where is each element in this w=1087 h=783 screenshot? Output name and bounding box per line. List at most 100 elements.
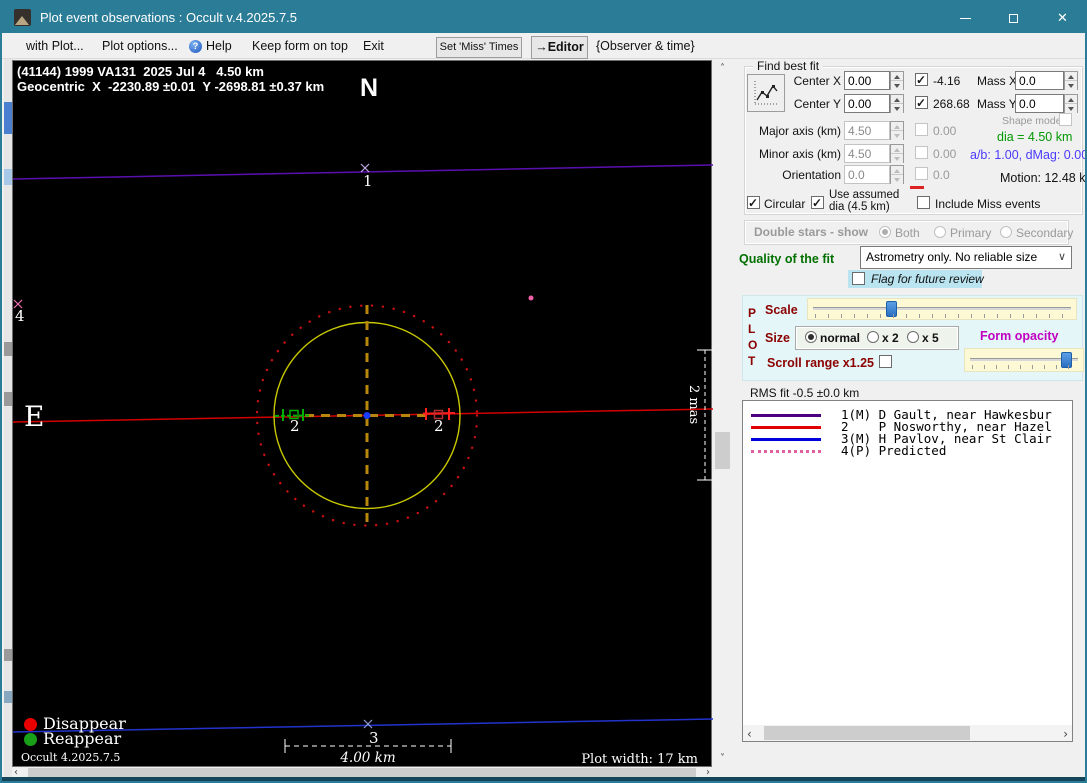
editor-button[interactable]: →Editor (531, 36, 588, 59)
minimize-button[interactable] (942, 2, 988, 33)
double-secondary-radio[interactable] (1000, 226, 1012, 238)
quality-label: Quality of the fit (739, 252, 834, 266)
reappear-legend-dot (24, 733, 37, 746)
menu-with-plot[interactable]: with Plot... (26, 39, 84, 53)
scroll-down-icon[interactable]: ˅ (713, 753, 732, 764)
y-offset-value: 268.68 (933, 97, 970, 111)
observation-row[interactable]: 4(P) Predicted (743, 445, 1072, 457)
orientation-label: Orientation (751, 168, 841, 182)
titlebar: Plot event observations : Occult v.4.202… (2, 2, 1085, 33)
chord-1-label: 1 (363, 172, 373, 190)
set-miss-times-button[interactable]: Set 'Miss' Times (436, 37, 522, 58)
control-panel: Find best fit Center X -4.16 Mass X Cent… (733, 60, 1085, 779)
form-opacity-label: Form opacity (980, 329, 1059, 343)
menu-help[interactable]: Help (206, 39, 232, 53)
menu-exit[interactable]: Exit (363, 39, 384, 53)
background-window-sliver (4, 59, 12, 779)
mass-x-input[interactable] (1015, 71, 1064, 90)
x-offset-checkbox[interactable] (915, 73, 928, 86)
double-primary-label: Primary (950, 226, 991, 240)
double-both-radio[interactable] (879, 226, 891, 238)
chevron-down-icon: ∨ (1058, 250, 1066, 263)
minor-axis-spinner[interactable] (890, 144, 904, 163)
size-normal-radio[interactable] (805, 331, 817, 343)
scroll-range-label: Scroll range x1.25 (767, 356, 874, 370)
center-x-spinner[interactable] (890, 71, 904, 90)
maximize-icon (1009, 14, 1018, 23)
scale-label: Scale (765, 303, 798, 317)
plot-vertical-scrollbar[interactable]: ˄ ˅ (713, 60, 732, 767)
window-bottom-border (2, 777, 1085, 783)
mass-y-spinner[interactable] (1064, 94, 1078, 113)
plot-letter-p: P (748, 306, 756, 320)
size-label: Size (765, 331, 790, 345)
scale-bar-label: 4.00 km (285, 750, 451, 766)
shape-model-label: Shape model (1002, 115, 1064, 127)
center-y-input[interactable] (844, 94, 890, 113)
x-offset-value: -4.16 (933, 74, 960, 88)
mass-y-label: Mass Y (977, 97, 1017, 111)
circular-label: Circular (764, 197, 805, 211)
plot-version-label: Occult 4.2025.7.5 (21, 751, 120, 764)
listbox-scrollbar-thumb[interactable] (764, 726, 970, 740)
minor-axis-label: Minor axis (km) (751, 147, 841, 161)
list-scroll-right-icon[interactable]: › (1063, 727, 1068, 741)
maximize-button[interactable] (990, 2, 1036, 33)
mass-x-spinner[interactable] (1064, 71, 1078, 90)
menubar: with Plot... Plot options... ? Help Keep… (2, 33, 1085, 59)
reappear-legend-label: Reappear (43, 729, 121, 748)
scroll-up-icon[interactable]: ˄ (713, 63, 732, 74)
scale-slider[interactable] (807, 298, 1077, 320)
close-button[interactable]: ✕ (1038, 2, 1087, 33)
circular-checkbox[interactable] (747, 196, 760, 209)
mass-y-input[interactable] (1015, 94, 1064, 113)
help-icon[interactable]: ? (189, 40, 202, 53)
chord-3-x-marker (364, 720, 372, 728)
use-assumed-checkbox[interactable] (811, 196, 824, 209)
center-x-input[interactable] (844, 71, 890, 90)
east-label: E (24, 400, 44, 433)
y-offset-checkbox[interactable] (915, 96, 928, 109)
red-dash-indicator (910, 186, 924, 189)
include-miss-checkbox[interactable] (917, 196, 930, 209)
minimize-icon (960, 18, 971, 19)
minor-offset-checkbox[interactable] (915, 146, 928, 159)
form-opacity-slider[interactable] (964, 348, 1084, 372)
size-x5-radio[interactable] (907, 331, 919, 343)
plot-header-line1: (41144) 1999 VA131 2025 Jul 4 4.50 km (17, 64, 264, 79)
orientation-input[interactable] (844, 165, 890, 184)
orientation-offset-checkbox[interactable] (915, 167, 928, 180)
close-icon: ✕ (1057, 10, 1068, 25)
minor-axis-input[interactable] (844, 144, 890, 163)
double-primary-radio[interactable] (934, 226, 946, 238)
listbox-horizontal-scrollbar[interactable]: ‹ › (743, 725, 1072, 741)
double-secondary-label: Secondary (1016, 226, 1073, 240)
menu-plot-options[interactable]: Plot options... (102, 39, 178, 53)
major-axis-input[interactable] (844, 121, 890, 140)
rms-fit-label: RMS fit -0.5 ±0.0 km (750, 386, 859, 400)
scroll-range-checkbox[interactable] (879, 355, 892, 368)
center-y-spinner[interactable] (890, 94, 904, 113)
chord-1-line-sample (751, 414, 821, 417)
shape-model-checkbox[interactable] (1059, 113, 1072, 126)
app-window: Plot event observations : Occult v.4.202… (0, 0, 1087, 783)
find-best-fit-label: Find best fit (753, 59, 823, 73)
list-scroll-left-icon[interactable]: ‹ (747, 727, 752, 741)
quality-dropdown[interactable]: Astrometry only. No reliable size ∨ (860, 246, 1072, 269)
major-axis-spinner[interactable] (890, 121, 904, 140)
plot-canvas[interactable]: (41144) 1999 VA131 2025 Jul 4 4.50 km Ge… (12, 60, 712, 767)
plot-geometry (13, 61, 713, 768)
v-scrollbar-thumb[interactable] (715, 432, 730, 469)
center-dot (364, 412, 371, 419)
flag-review-checkbox[interactable] (852, 272, 865, 285)
size-x2-radio[interactable] (867, 331, 879, 343)
major-offset-checkbox[interactable] (915, 123, 928, 136)
observer-time-label[interactable]: {Observer & time} (596, 39, 695, 53)
observations-listbox[interactable]: 1(M) D Gault, near Hawkesbur 2 P Noswort… (742, 400, 1073, 742)
chord-4-line-sample (751, 450, 821, 453)
menu-keep-on-top[interactable]: Keep form on top (252, 39, 348, 53)
predicted-dot (529, 296, 534, 301)
orientation-spinner[interactable] (890, 165, 904, 184)
motion-label: Motion: 12.48 km/s (1000, 171, 1087, 185)
double-both-label: Both (895, 226, 920, 240)
